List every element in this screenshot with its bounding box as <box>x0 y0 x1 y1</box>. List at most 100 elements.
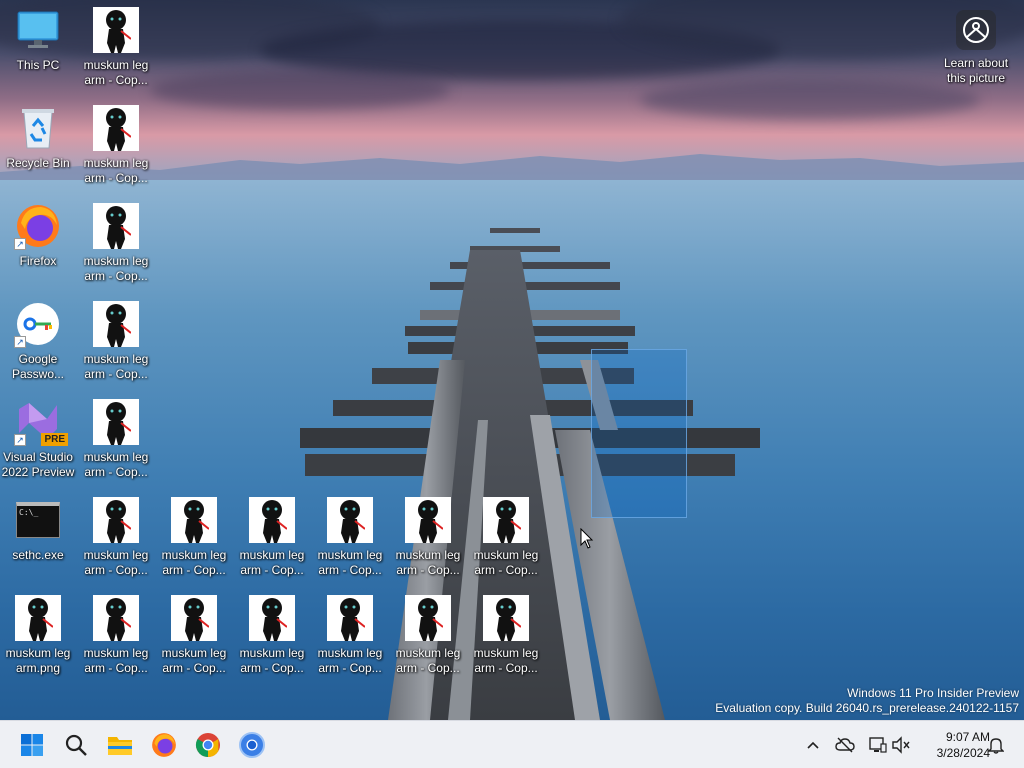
desktop-icon-label: muskum leg arm - Cop... <box>83 450 149 479</box>
image-file-icon <box>170 594 218 642</box>
onedrive-button[interactable] <box>833 733 857 757</box>
image-file-icon <box>170 496 218 544</box>
desktop-icon-label: This PC <box>16 58 60 72</box>
clock-date: 3/28/2024 <box>936 746 990 760</box>
figure-thumbnail <box>93 595 139 641</box>
figure-thumbnail <box>93 399 139 445</box>
desktop-icon-firefox[interactable]: ↗ Firefox <box>0 202 76 269</box>
desktop-icon-label: muskum leg arm - Cop... <box>473 548 539 577</box>
desktop-icon-label: muskum leg arm - Cop... <box>83 646 149 675</box>
search-button[interactable] <box>56 725 96 765</box>
image-file-icon <box>248 496 296 544</box>
speaker-muted-icon <box>892 736 910 754</box>
cloud-offline-icon <box>835 737 855 753</box>
desktop[interactable]: This PC Recycle Bin ↗ Firefox ↗ Google P… <box>0 0 1024 768</box>
figure-thumbnail <box>93 497 139 543</box>
figure-thumbnail <box>405 497 451 543</box>
figure-thumbnail <box>93 301 139 347</box>
learn-about-picture[interactable]: Learn about this picture <box>940 10 1012 86</box>
taskbar-chrome-canary-button[interactable] <box>232 725 272 765</box>
desktop-icon-label: muskum leg arm - Cop... <box>395 646 461 675</box>
learn-about-picture-icon <box>956 10 996 50</box>
taskbar-firefox-button[interactable] <box>144 725 184 765</box>
figure-thumbnail <box>249 595 295 641</box>
network-icon <box>869 737 887 753</box>
preview-badge: PRE <box>41 433 68 446</box>
desktop-icon-label: Visual Studio 2022 Preview <box>1 450 75 479</box>
desktop-icon-muskum-copy[interactable]: muskum leg arm - Cop... <box>156 496 232 578</box>
image-file-icon <box>248 594 296 642</box>
desktop-icon-label: Recycle Bin <box>6 156 70 170</box>
taskbar-chrome-button[interactable] <box>188 725 228 765</box>
image-file-icon <box>404 594 452 642</box>
windows-watermark: Windows 11 Pro Insider Preview Evaluatio… <box>715 686 1019 716</box>
desktop-icon-muskum-copy[interactable]: muskum leg arm - Cop... <box>312 594 388 676</box>
image-file-icon <box>482 594 530 642</box>
show-hidden-icons-button[interactable] <box>801 733 825 757</box>
chrome-beta-icon <box>239 732 265 758</box>
desktop-icon-muskum-copy[interactable]: muskum leg arm - Cop... <box>78 202 154 284</box>
firefox-icon: ↗ <box>14 202 62 250</box>
clock-time: 9:07 AM <box>945 730 990 744</box>
desktop-icon-visual-studio[interactable]: PRE ↗ Visual Studio 2022 Preview <box>0 398 76 480</box>
image-file-icon <box>326 594 374 642</box>
network-button[interactable] <box>865 733 889 757</box>
desktop-icon-label: muskum leg arm - Cop... <box>161 646 227 675</box>
desktop-icon-this-pc[interactable]: This PC <box>0 6 76 73</box>
desktop-icon-muskum-copy[interactable]: muskum leg arm - Cop... <box>468 594 544 676</box>
desktop-icon-label: muskum leg arm - Cop... <box>395 548 461 577</box>
desktop-icon-muskum-png[interactable]: muskum leg arm.png <box>0 594 76 676</box>
desktop-icon-muskum-copy[interactable]: muskum leg arm - Cop... <box>234 496 310 578</box>
image-file-icon <box>92 398 140 446</box>
figure-thumbnail <box>327 595 373 641</box>
image-file-icon <box>326 496 374 544</box>
shortcut-arrow-icon: ↗ <box>14 238 26 250</box>
mouse-cursor-icon <box>580 528 594 549</box>
desktop-icon-label: muskum leg arm - Cop... <box>83 58 149 87</box>
desktop-icon-label: muskum leg arm - Cop... <box>239 548 305 577</box>
chevron-up-icon <box>807 741 819 749</box>
desktop-icon-label: muskum leg arm - Cop... <box>83 156 149 185</box>
start-button[interactable] <box>12 725 52 765</box>
image-file-icon <box>92 104 140 152</box>
shortcut-arrow-icon: ↗ <box>14 336 26 348</box>
desktop-icon-label: Firefox <box>19 254 57 268</box>
cmd-icon: C:\_ <box>14 496 62 544</box>
desktop-icon-muskum-copy[interactable]: muskum leg arm - Cop... <box>78 300 154 382</box>
image-file-icon <box>92 202 140 250</box>
desktop-icon-label: muskum leg arm - Cop... <box>161 548 227 577</box>
desktop-icon-muskum-copy[interactable]: muskum leg arm - Cop... <box>390 496 466 578</box>
desktop-icon-sethc[interactable]: C:\_ sethc.exe <box>0 496 76 563</box>
figure-thumbnail <box>483 497 529 543</box>
image-file-icon <box>92 594 140 642</box>
desktop-icon-muskum-copy[interactable]: muskum leg arm - Cop... <box>468 496 544 578</box>
chrome-icon <box>195 733 220 757</box>
taskbar-clock[interactable]: 9:07 AM 3/28/2024 <box>914 729 990 761</box>
recycle-bin-icon <box>14 104 62 152</box>
file-explorer-button[interactable] <box>100 725 140 765</box>
desktop-icon-muskum-copy[interactable]: muskum leg arm - Cop... <box>78 104 154 186</box>
figure-thumbnail <box>93 7 139 53</box>
desktop-icon-muskum-copy[interactable]: muskum leg arm - Cop... <box>390 594 466 676</box>
desktop-icon-muskum-copy[interactable]: muskum leg arm - Cop... <box>78 398 154 480</box>
desktop-icon-muskum-copy[interactable]: muskum leg arm - Cop... <box>78 496 154 578</box>
figure-thumbnail <box>405 595 451 641</box>
desktop-icon-muskum-copy[interactable]: muskum leg arm - Cop... <box>78 6 154 88</box>
image-file-icon <box>92 496 140 544</box>
figure-thumbnail <box>15 595 61 641</box>
desktop-icon-muskum-copy[interactable]: muskum leg arm - Cop... <box>156 594 232 676</box>
bell-icon <box>988 738 1004 754</box>
desktop-icon-recycle-bin[interactable]: Recycle Bin <box>0 104 76 171</box>
desktop-icon-muskum-copy[interactable]: muskum leg arm - Cop... <box>312 496 388 578</box>
watermark-line1: Windows 11 Pro Insider Preview <box>847 686 1019 700</box>
learn-about-picture-label: Learn about this picture <box>943 56 1009 85</box>
notifications-button[interactable] <box>984 733 1008 757</box>
desktop-icon-muskum-copy[interactable]: muskum leg arm - Cop... <box>234 594 310 676</box>
desktop-icon-google-passwords[interactable]: ↗ Google Passwo... <box>0 300 76 382</box>
desktop-icon-label: muskum leg arm - Cop... <box>83 352 149 381</box>
volume-button[interactable] <box>889 733 913 757</box>
desktop-icon-muskum-copy[interactable]: muskum leg arm - Cop... <box>78 594 154 676</box>
search-icon <box>65 734 87 756</box>
figure-thumbnail <box>327 497 373 543</box>
visual-studio-icon: PRE ↗ <box>14 398 68 446</box>
